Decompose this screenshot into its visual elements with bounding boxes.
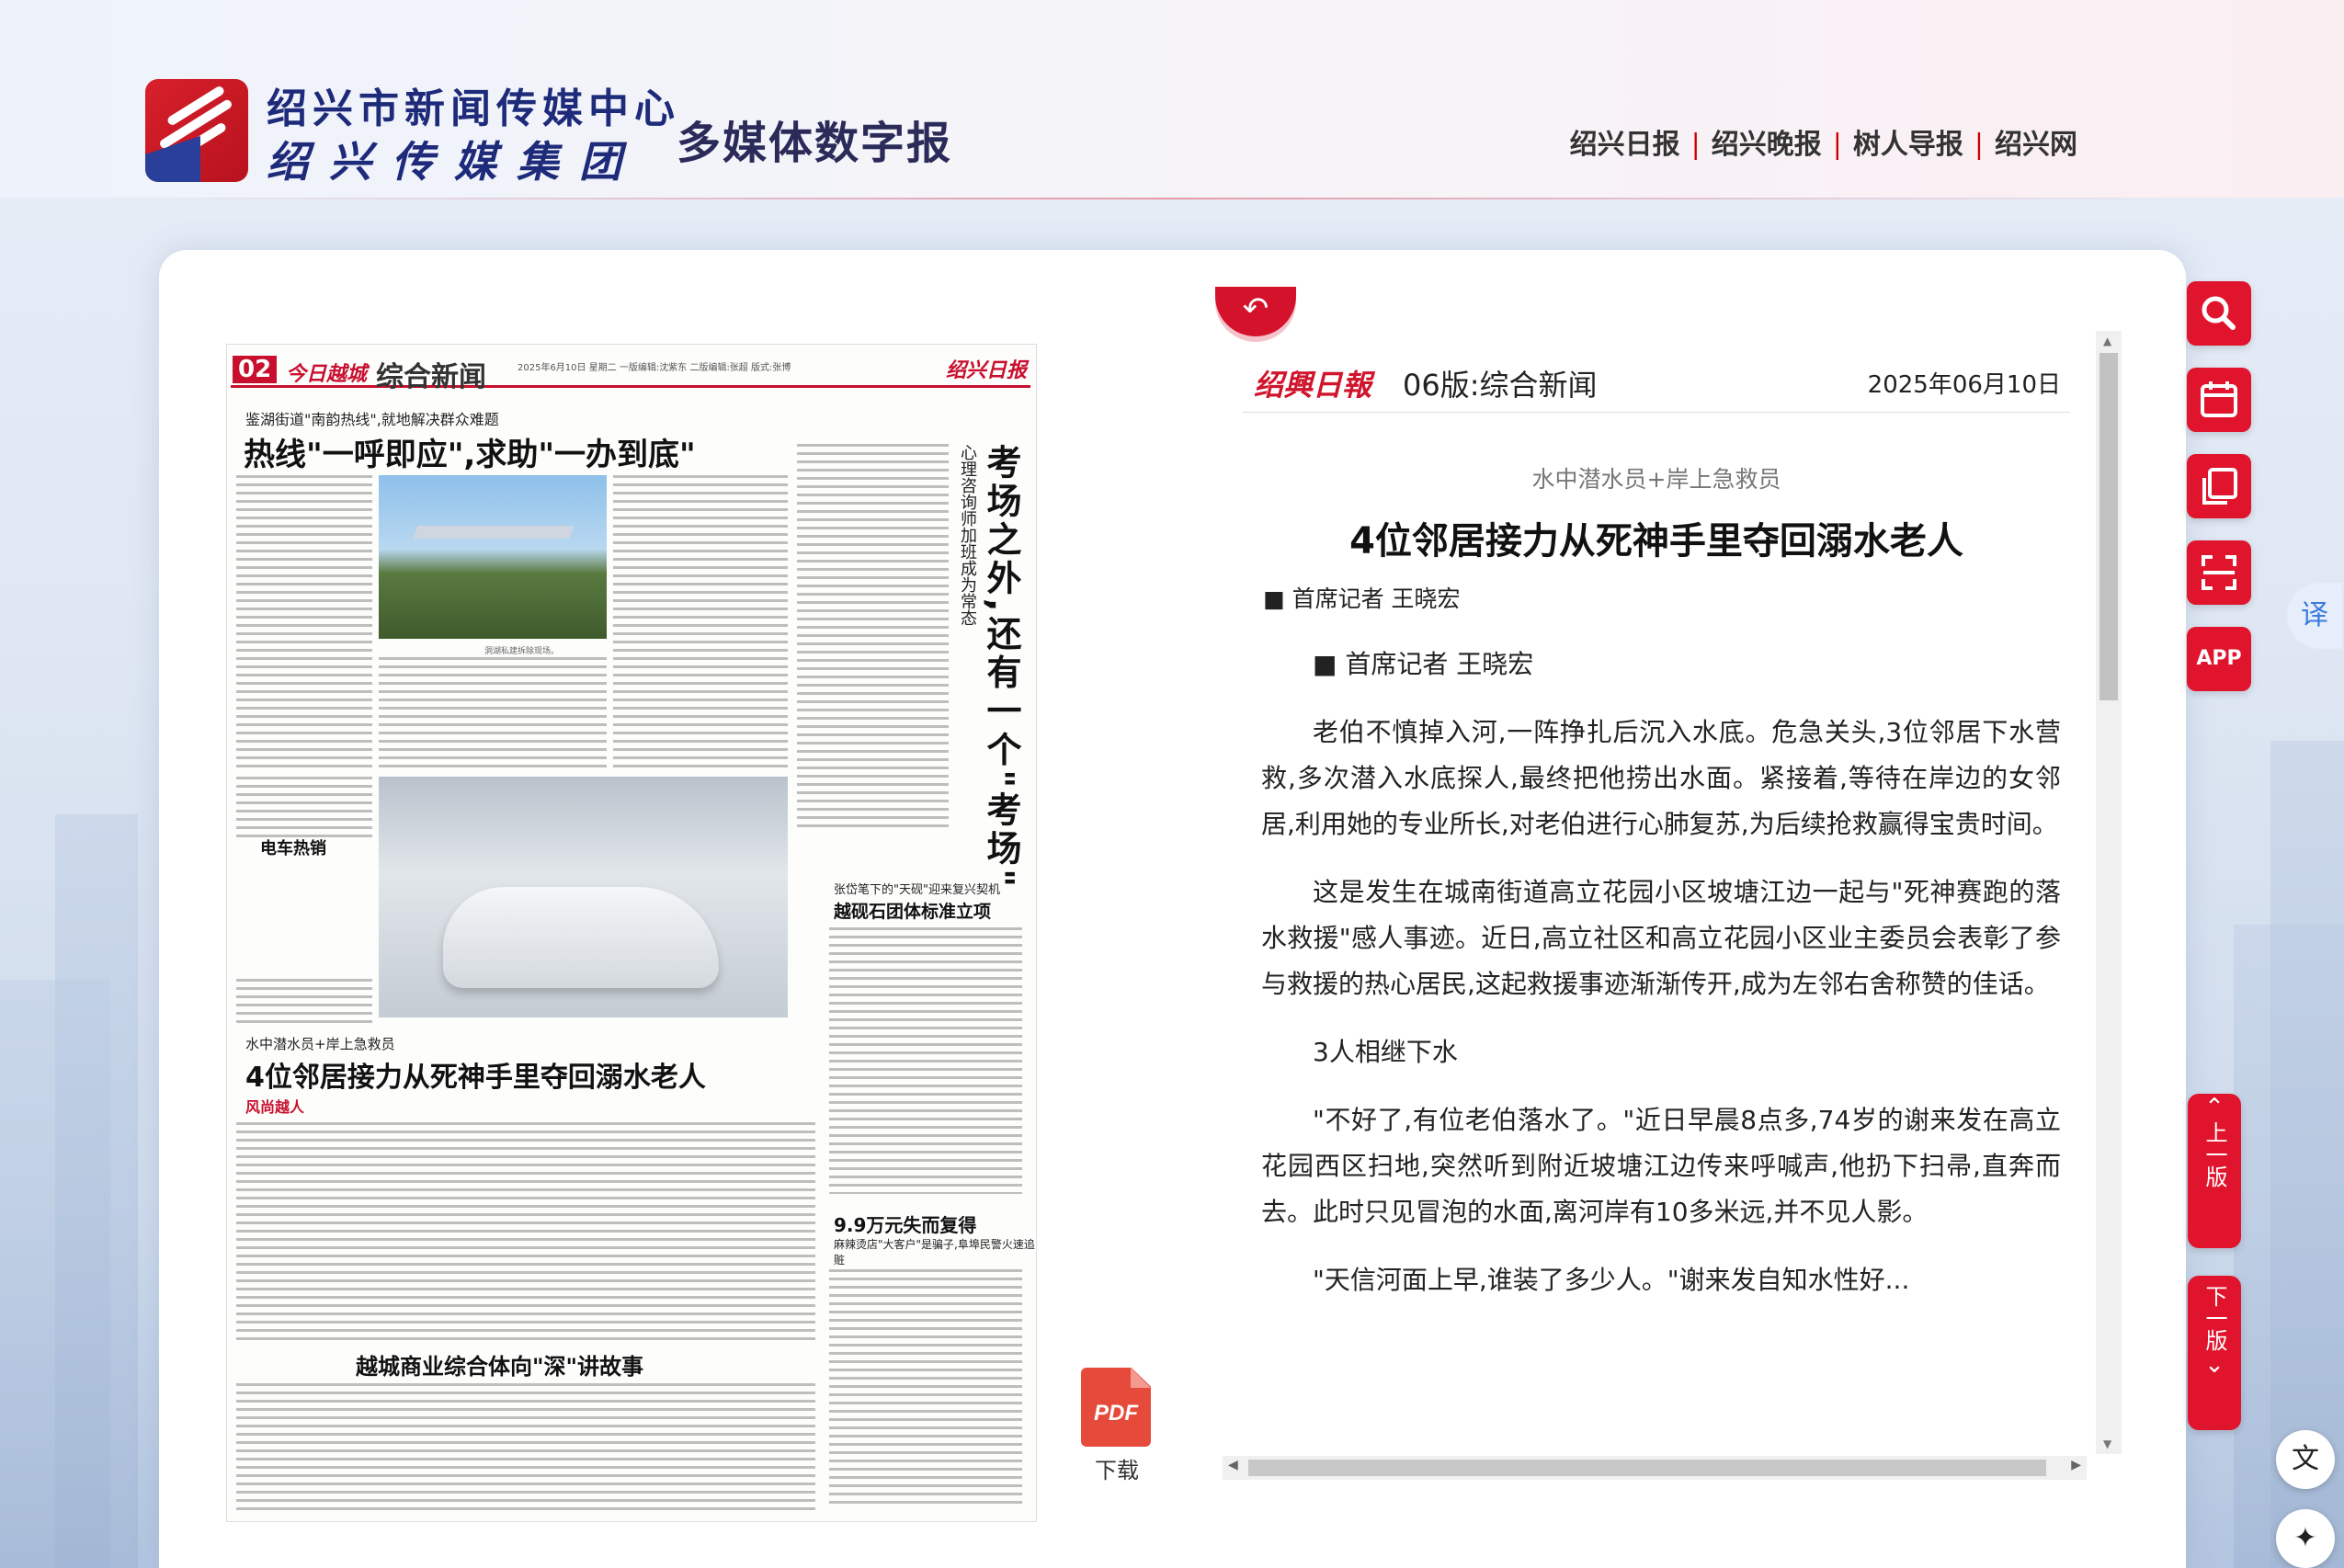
site-title: 多媒体数字报	[677, 118, 953, 169]
scroll-left-arrow-icon[interactable]: ◀	[1228, 1458, 1238, 1472]
article-kicker: 水中潜水员+岸上急救员	[1531, 466, 1781, 493]
article-date: 2025年06月10日	[1867, 371, 2061, 399]
story2-headline[interactable]: 越砚石团体标准立项	[834, 898, 991, 923]
nav-separator: |	[1974, 129, 1984, 161]
brand-name-secondary: 绍兴传媒集团	[267, 137, 642, 187]
story-vertical-title[interactable]: 考场之外,还有一个"考场"	[981, 444, 1027, 891]
page-number: 02	[233, 356, 278, 383]
car-story-label[interactable]: 电车热销	[260, 835, 326, 859]
article-title: 4位邻居接力从死神手里夺回溺水老人	[1349, 520, 1963, 562]
vertical-scroll-thumb[interactable]	[2099, 353, 2118, 700]
nav-link-shaoxing-web[interactable]: 绍兴网	[1995, 129, 2077, 161]
article-vertical-scrollbar[interactable]: ▲ ▼	[2096, 331, 2122, 1454]
newspaper-page[interactable]: 02 今日越城 综合新闻 2025年6月10日 星期二 一版编辑:沈紫东 二版编…	[226, 344, 1037, 1522]
chevron-down-icon: ⌄	[2204, 1351, 2225, 1379]
network-logo-icon[interactable]: ✦	[2276, 1509, 2335, 1568]
story3-headline[interactable]: 4位邻居接力从死神手里夺回溺水老人	[245, 1054, 706, 1095]
article-paper-name: 绍興日報	[1254, 368, 1372, 403]
app-download-button[interactable]: APP	[2187, 627, 2251, 691]
story3-kicker: 水中潜水员+岸上急救员	[245, 1036, 395, 1052]
background-building	[55, 814, 138, 1568]
pdf-icon-text: PDF	[1094, 1401, 1138, 1426]
page-paper-logo: 绍兴日报	[945, 359, 1027, 382]
article-paragraph: ■ 首席记者 王晓宏	[1313, 649, 1534, 679]
nav-separator: |	[1832, 129, 1842, 161]
story1-photo-caption: 洞湖私建拆除现场。	[484, 647, 560, 656]
article-byline: ■ 首席记者 王晓宏	[1263, 585, 1461, 612]
page-sub-brand: 今日越城	[286, 363, 368, 386]
header-nav: 绍兴日报 | 绍兴晚报 | 树人导报 | 绍兴网	[1570, 121, 2077, 162]
photo-car	[443, 887, 719, 988]
story1-headline[interactable]: 热线"一呼即应",求助"一办到底"	[244, 429, 696, 474]
scan-icon-graphic	[2202, 555, 2236, 590]
article-edition: 06版:综合新闻	[1403, 368, 1598, 403]
scroll-right-arrow-icon[interactable]: ▶	[2071, 1458, 2081, 1472]
prev-page-button[interactable]: ⌃ 上一版	[2188, 1094, 2241, 1248]
pdf-download-label[interactable]: 下载	[1077, 1452, 1156, 1484]
vertical-story-body	[797, 444, 949, 830]
story3-body	[236, 1122, 815, 1343]
pdf-doc-fold	[1131, 1368, 1151, 1388]
media-center-logo[interactable]	[145, 79, 248, 182]
article-content[interactable]: 水中潜水员+岸上急救员 4位邻居接力从死神手里夺回溺水老人 ■ 首席记者 王晓宏…	[1243, 423, 2070, 1452]
copy-icon-graphic	[2202, 468, 2237, 505]
story2-kicker: 张岱笔下的"天砚"迎来复兴契机	[834, 883, 1000, 897]
nav-link-shaoxing-evening[interactable]: 绍兴晚报	[1712, 129, 1822, 161]
story1-photo	[379, 475, 607, 639]
calendar-icon[interactable]	[2187, 368, 2251, 432]
pdf-download-icon[interactable]: PDF	[1081, 1368, 1151, 1449]
story5-body	[236, 1383, 815, 1512]
article-paragraph: "天信河面上早,谁装了多少人。"谢来发自知水性好...	[1313, 1265, 1910, 1295]
article-horizontal-scrollbar[interactable]: ◀ ▶	[1223, 1456, 2087, 1480]
header-divider	[147, 198, 2197, 199]
article-header: 绍興日報 06版:综合新闻 2025年06月10日	[1243, 346, 2070, 413]
horizontal-scroll-thumb[interactable]	[1248, 1460, 2046, 1476]
story2-body	[829, 927, 1022, 1194]
story1-body-2	[379, 657, 607, 767]
search-icon[interactable]	[2187, 281, 2251, 346]
brand-name-primary: 绍兴市新闻传媒中心	[267, 85, 680, 132]
nav-link-shuren-guide[interactable]: 树人导报	[1853, 129, 1963, 161]
nav-separator: |	[1690, 129, 1701, 161]
scroll-down-arrow-icon[interactable]: ▼	[2103, 1437, 2111, 1450]
car-caption-text	[236, 979, 372, 1025]
calendar-icon-graphic	[2201, 381, 2237, 417]
prev-page-label: 上一版	[2202, 1121, 2227, 1187]
scroll-up-arrow-icon[interactable]: ▲	[2103, 335, 2111, 347]
car-photo	[379, 777, 788, 1017]
story4-headline[interactable]: 9.9万元失而复得	[834, 1210, 976, 1237]
story1-body	[236, 475, 372, 769]
photo-shed	[413, 526, 575, 539]
article-paragraph: "不好了,有位老伯落水了。"近日早晨8点多,74岁的谢来发在高立花园西区扫地,突…	[1261, 1105, 2061, 1227]
story1-body-3	[613, 475, 788, 769]
search-icon-graphic	[2202, 296, 2236, 330]
next-page-button[interactable]: 下一版 ⌄	[2188, 1276, 2241, 1430]
story3-tag: 风尚越人	[245, 1098, 305, 1116]
article-paragraph: 老伯不慎掉入河,一阵挣扎后沉入水底。危急关头,3位邻居下水营救,多次潜入水底探人…	[1261, 717, 2061, 839]
car-story-body	[236, 777, 372, 841]
copy-icon[interactable]	[2187, 454, 2251, 518]
next-page-label: 下一版	[2202, 1285, 2227, 1351]
page-masthead: 02 今日越城 综合新闻 2025年6月10日 星期二 一版编辑:沈紫东 二版编…	[231, 354, 1030, 393]
article-subheading: 3人相继下水	[1313, 1037, 1458, 1067]
story1-kicker: 鉴湖街道"南韵热线",就地解决群众难题	[245, 411, 499, 428]
article-paragraph: 这是发生在城南街道高立花园小区坡塘江边一起与"死神赛跑的落水救援"感人事迹。近日…	[1261, 877, 2061, 999]
translate-button[interactable]: 译	[2287, 583, 2342, 649]
page-meta: 2025年6月10日 星期二 一版编辑:沈紫东 二版编辑:张超 版式:张博	[518, 363, 791, 373]
scan-icon[interactable]	[2187, 540, 2251, 605]
story4-body	[829, 1269, 1022, 1508]
accessibility-translate-icon[interactable]: 文	[2276, 1430, 2335, 1489]
chevron-up-icon: ⌃	[2204, 1094, 2225, 1121]
page-section: 综合新闻	[376, 361, 486, 393]
story4-subhead: 麻辣烫店"大客户"是骗子,阜埠民警火速追赃	[834, 1238, 1035, 1267]
story5-headline[interactable]: 越城商业综合体向"深"讲故事	[356, 1348, 643, 1381]
nav-link-shaoxing-daily[interactable]: 绍兴日报	[1570, 129, 1680, 161]
